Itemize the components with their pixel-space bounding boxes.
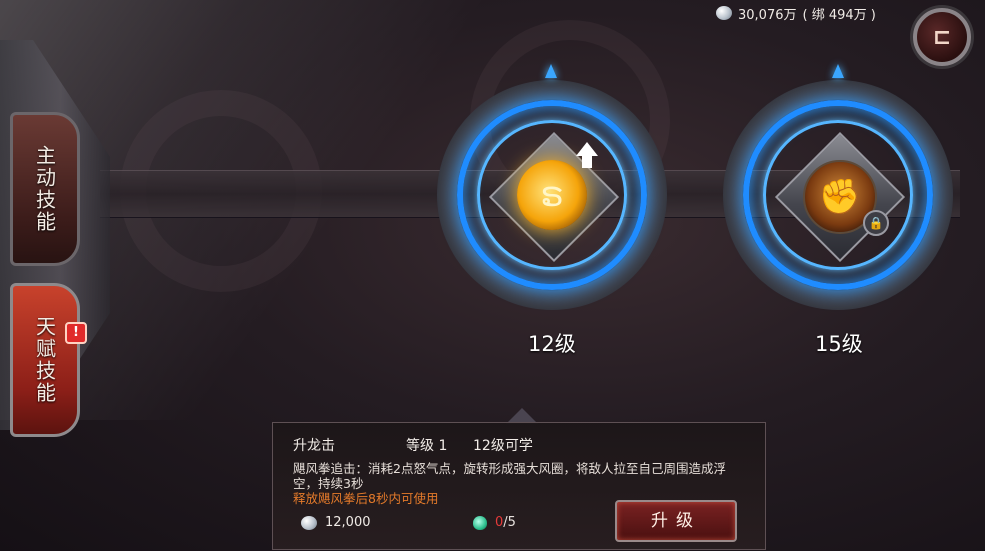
tab-label: 主动技能 (32, 145, 57, 233)
skill-node-dragon[interactable]: ຣ (437, 80, 667, 310)
currency-bound: ( 绑 494万 ) (802, 7, 876, 23)
alert-badge: ! (65, 322, 87, 344)
skill-level-label: 15级 (815, 332, 863, 356)
cost-amount: 12,000 (325, 515, 371, 530)
tab-label: 天赋技能 (32, 316, 57, 404)
golden-dragon-icon: ຣ (517, 160, 587, 230)
lock-icon: 🔒 (863, 210, 889, 236)
silver-gem-icon (716, 6, 732, 20)
skill-node-fist[interactable]: ✊ 🔒 (723, 80, 953, 310)
currency-amount: 30,076万 (738, 7, 797, 23)
upgrade-arrow-icon (576, 142, 598, 156)
learn-requirement: 12级可学 (473, 438, 533, 454)
upgrade-arrow-stem (582, 156, 592, 168)
skill-level-label: 12级 (528, 332, 576, 356)
material-count: 0/5 (473, 515, 516, 530)
description-text: 飓风拳追击：消耗2点怒气点，旋转形成强大风圈，将敌人拉至自己周围造成浮空，持续3… (293, 461, 726, 491)
tab-talent-skills[interactable]: 天赋技能 (10, 283, 80, 437)
upgrade-button[interactable]: 升级 (615, 500, 737, 542)
potion-icon (473, 515, 487, 530)
blue-spike (832, 64, 844, 78)
blue-spike (545, 64, 557, 78)
skill-info-panel: 升龙击 等级 1 12级可学 飓风拳追击：消耗2点怒气点，旋转形成强大风圈，将敌… (272, 422, 766, 550)
material-need: /5 (503, 515, 516, 530)
back-button[interactable]: ⊏ (913, 8, 971, 66)
tab-active-skills[interactable]: 主动技能 (10, 112, 80, 266)
skill-level: 等级 1 (406, 438, 448, 454)
currency-display: 30,076万 ( 绑 494万 ) (716, 4, 876, 23)
skill-name: 升龙击 (293, 438, 335, 454)
back-arrow-icon: ⊏ (932, 24, 952, 50)
silver-gem-icon (301, 515, 317, 530)
dragon-glyph: ຣ (540, 175, 564, 215)
upgrade-cost: 12,000 (301, 515, 371, 530)
